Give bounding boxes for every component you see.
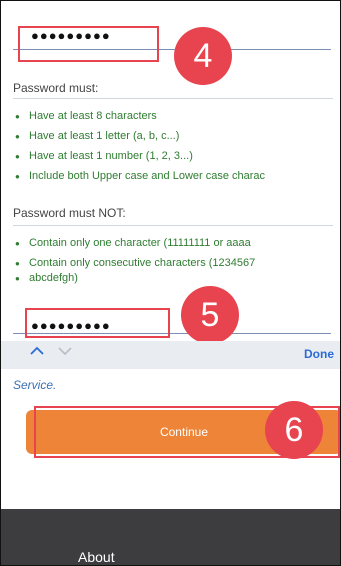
password-must-title: Password must: xyxy=(13,81,99,95)
step-6-badge: 6 xyxy=(265,401,323,459)
rule-item: Have at least 1 number (1, 2, 3...) xyxy=(13,149,340,164)
rule-item: Have at least 8 characters xyxy=(13,109,340,124)
password-must-list: Have at least 8 characters Have at least… xyxy=(13,109,340,189)
rule-item: Have at least 1 letter (a, b, c...) xyxy=(13,129,340,144)
screen: ●●●●●●●●● 4 Password must: Have at least… xyxy=(0,0,341,566)
password-must-not-list: Contain only one character (11111111 or … xyxy=(13,236,340,291)
step-5-badge: 5 xyxy=(181,286,239,344)
chevron-up-icon[interactable] xyxy=(29,344,45,361)
confirm-highlight-box xyxy=(25,308,170,338)
rule-item: Include both Upper case and Lower case c… xyxy=(13,169,340,184)
chevron-down-icon[interactable] xyxy=(57,344,73,361)
rule-item: Contain only one character (11111111 or … xyxy=(13,236,340,251)
rule-item: Contain only consecutive characters (123… xyxy=(13,256,340,271)
password-highlight-box xyxy=(18,26,159,62)
terms-of-service-link[interactable]: Service. xyxy=(13,378,56,392)
done-button[interactable]: Done xyxy=(304,347,334,361)
about-link[interactable]: About xyxy=(78,549,115,565)
footer: About xyxy=(1,509,340,565)
keyboard-accessory-bar: Done xyxy=(1,341,340,369)
rule-item-continuation: abcdefgh) xyxy=(13,271,340,286)
step-4-badge: 4 xyxy=(174,27,232,85)
password-must-not-title: Password must NOT: xyxy=(13,206,126,220)
divider xyxy=(13,98,333,99)
divider xyxy=(13,225,333,226)
